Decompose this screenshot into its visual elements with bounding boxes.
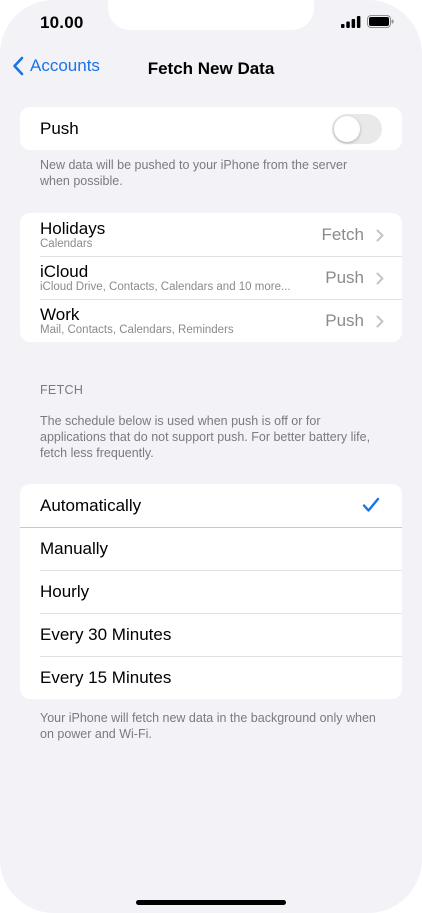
account-subtitle: iCloud Drive, Contacts, Calendars and 10…: [40, 280, 291, 293]
push-footnote: New data will be pushed to your iPhone f…: [40, 158, 348, 188]
page-title: Fetch New Data: [147, 59, 275, 78]
fetch-footnote: Your iPhone will fetch new data in the b…: [40, 711, 376, 741]
push-group: Push: [20, 107, 402, 150]
fetch-option-automatically[interactable]: Automatically: [20, 484, 402, 527]
notch: [108, 0, 314, 30]
fetch-option-label: Automatically: [40, 495, 142, 515]
account-subtitle: Calendars: [40, 237, 93, 250]
fetch-option-manually[interactable]: Manually: [20, 527, 402, 570]
fetch-options-group: Automatically Manually Hourly Every 30 M…: [20, 484, 402, 699]
status-time: 10.00: [40, 13, 84, 32]
push-toggle[interactable]: [332, 114, 382, 144]
account-subtitle: Mail, Contacts, Calendars, Reminders: [40, 323, 234, 336]
account-row-holidays[interactable]: Holidays Calendars Fetch: [20, 213, 402, 256]
fetch-option-hourly[interactable]: Hourly: [20, 570, 402, 613]
push-label: Push: [40, 118, 79, 138]
fetch-option-label: Manually: [40, 538, 109, 558]
status-icons: [341, 15, 394, 28]
fetch-option-label: Every 15 Minutes: [40, 667, 172, 687]
fetch-option-label: Every 30 Minutes: [40, 624, 172, 644]
push-row: Push: [20, 107, 402, 150]
account-text: Holidays Calendars: [40, 219, 105, 251]
fetch-option-label: Hourly: [40, 581, 90, 601]
fetch-option-every-30-minutes[interactable]: Every 30 Minutes: [20, 613, 402, 656]
navigation-bar: Accounts Fetch New Data: [0, 52, 422, 86]
account-row-icloud[interactable]: iCloud iCloud Drive, Contacts, Calendars…: [20, 256, 402, 299]
account-row-work[interactable]: Work Mail, Contacts, Calendars, Reminder…: [20, 299, 402, 342]
phone-screen: 10.00 Accounts Fetch New Data Push New d…: [0, 0, 422, 913]
accounts-group: Holidays Calendars Fetch iCloud iCloud D…: [20, 213, 402, 342]
battery-icon: [367, 15, 394, 28]
account-name: iCloud: [40, 261, 89, 281]
chevron-right-icon: [376, 272, 384, 285]
account-value: Push: [325, 310, 364, 330]
account-name: Holidays: [40, 218, 106, 238]
account-text: Work Mail, Contacts, Calendars, Reminder…: [40, 305, 234, 337]
fetch-section-header: FETCH: [40, 383, 84, 397]
account-value: Fetch: [321, 224, 364, 244]
account-value: Push: [325, 267, 364, 287]
fetch-description: The schedule below is used when push is …: [40, 414, 371, 460]
account-name: Work: [40, 304, 80, 324]
checkmark-icon: [362, 497, 380, 512]
home-indicator[interactable]: [136, 900, 286, 905]
chevron-right-icon: [376, 229, 384, 242]
account-text: iCloud iCloud Drive, Contacts, Calendars…: [40, 262, 291, 294]
fetch-option-every-15-minutes[interactable]: Every 15 Minutes: [20, 656, 402, 699]
signal-bars-icon: [341, 15, 361, 28]
toggle-knob: [334, 116, 360, 142]
chevron-right-icon: [376, 315, 384, 328]
